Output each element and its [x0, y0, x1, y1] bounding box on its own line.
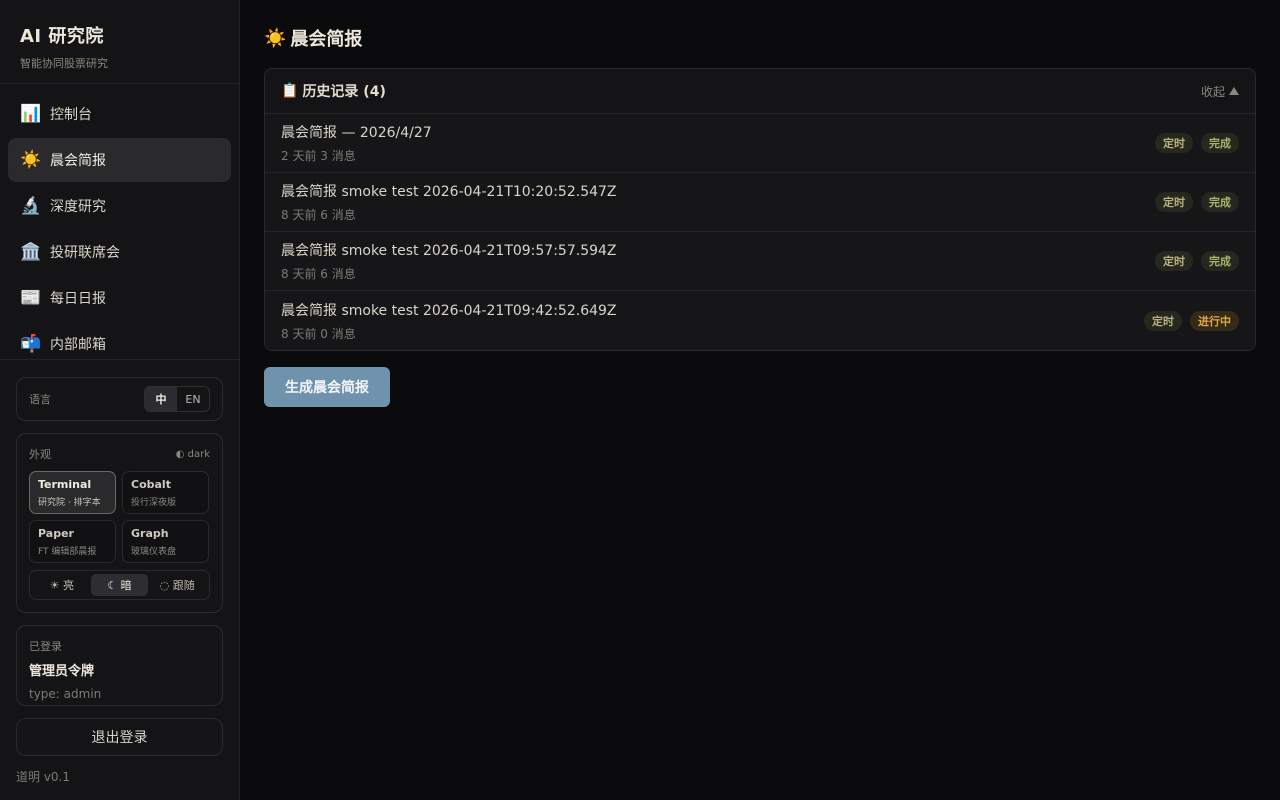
sidebar-item-morning-briefing[interactable]: ☀️ 晨会简报	[8, 138, 231, 182]
language-label: 语言	[29, 393, 51, 406]
history-row[interactable]: 晨会简报 smoke test 2026-04-21T09:42:52.649Z…	[265, 291, 1255, 350]
classical-building-icon: 🏛️	[20, 242, 42, 262]
generate-briefing-button[interactable]: 生成晨会简报	[264, 367, 390, 407]
current-mode-tag: ◐ dark	[175, 448, 210, 460]
theme-option-paper[interactable]: Paper FT 编辑部晨报	[29, 520, 116, 563]
history-row[interactable]: 晨会简报 smoke test 2026-04-21T09:57:57.594Z…	[265, 232, 1255, 291]
theme-option-terminal[interactable]: Terminal 研究院 · 排字本	[29, 471, 116, 514]
status-badge: 完成	[1201, 133, 1239, 153]
history-panel: 📋 历史记录 (4) 收起 晨会简报 — 2026/4/27 2 天前 3 消息…	[264, 68, 1256, 351]
user-name: 管理员令牌	[29, 664, 95, 679]
collapse-button[interactable]: 收起	[1201, 83, 1239, 100]
history-row-title: 晨会简报 smoke test 2026-04-21T09:57:57.594Z	[281, 243, 617, 259]
history-title: 📋 历史记录 (4)	[281, 81, 386, 101]
theme-option-cobalt[interactable]: Cobalt 投行深夜版	[122, 471, 209, 514]
theme-desc: FT 编辑部晨报	[38, 547, 97, 557]
history-row[interactable]: 晨会简报 — 2026/4/27 2 天前 3 消息 定时 完成	[265, 114, 1255, 173]
page-title-text: 晨会简报	[290, 29, 363, 50]
sidebar-item-label: 投研联席会	[50, 245, 120, 261]
main-content: ☀️ 晨会简报 📋 历史记录 (4) 收起 晨会简报 — 2026/4/27 2…	[240, 0, 1280, 800]
history-row-meta: 8 天前 6 消息	[281, 208, 356, 222]
sidebar-item-label: 控制台	[50, 107, 92, 123]
language-panel: 语言 中 EN	[16, 377, 223, 421]
history-row[interactable]: 晨会简报 smoke test 2026-04-21T10:20:52.547Z…	[265, 173, 1255, 232]
page-title: ☀️ 晨会简报	[264, 24, 1256, 52]
theme-desc: 研究院 · 排字本	[38, 498, 101, 508]
triangle-up-icon	[1229, 87, 1239, 95]
theme-grid: Terminal 研究院 · 排字本 Cobalt 投行深夜版 Paper FT…	[29, 471, 210, 563]
user-panel: 已登录 管理员令牌 type: admin	[16, 625, 223, 706]
login-status: 已登录	[29, 640, 62, 653]
status-badge: 完成	[1201, 251, 1239, 271]
mode-light-button[interactable]: ☀ 亮	[33, 574, 91, 596]
language-toggle: 中 EN	[144, 386, 210, 412]
scheduled-badge: 定时	[1144, 310, 1182, 331]
language-option-en[interactable]: EN	[177, 387, 209, 411]
theme-desc: 玻璃仪表盘	[131, 547, 177, 557]
theme-name: Graph	[131, 527, 169, 540]
sidebar-nav: 📊 控制台 ☀️ 晨会简报 🔬 深度研究 🏛️ 投研联席会 📰 每日日报 📬 内…	[0, 84, 239, 360]
sidebar-item-internal-mailbox[interactable]: 📬 内部邮箱	[8, 322, 231, 359]
theme-option-graph[interactable]: Graph 玻璃仪表盘	[122, 520, 209, 563]
history-row-meta: 8 天前 0 消息	[281, 326, 356, 341]
bar-chart-icon: 📊	[20, 104, 42, 124]
mode-dark-button[interactable]: ☾ 暗	[90, 574, 149, 596]
scheduled-badge: 定时	[1155, 251, 1193, 271]
sidebar-item-label: 深度研究	[50, 199, 106, 215]
sidebar: AI 研究院 智能协同股票研究 📊 控制台 ☀️ 晨会简报 🔬 深度研究 🏛️ …	[0, 0, 240, 800]
collapse-label: 收起	[1200, 84, 1225, 99]
mailbox-icon: 📬	[20, 334, 42, 354]
theme-name: Terminal	[38, 478, 92, 491]
history-title-text: 历史记录 (4)	[302, 84, 386, 100]
app-version: 道明 v0.1	[16, 770, 71, 784]
sidebar-item-label: 内部邮箱	[50, 337, 106, 353]
brand-subtitle: 智能协同股票研究	[20, 57, 108, 70]
sidebar-item-label: 晨会简报	[50, 153, 106, 169]
user-type: type: admin	[29, 687, 102, 701]
appearance-label: 外观	[29, 448, 51, 461]
sidebar-item-joint-committee[interactable]: 🏛️ 投研联席会	[8, 230, 231, 274]
theme-desc: 投行深夜版	[131, 498, 177, 508]
history-row-meta: 8 天前 6 消息	[281, 267, 356, 281]
appearance-panel: 外观 ◐ dark Terminal 研究院 · 排字本 Cobalt 投行深夜…	[16, 433, 223, 613]
history-row-title: 晨会简报 — 2026/4/27	[281, 125, 432, 141]
history-row-meta: 2 天前 3 消息	[281, 149, 356, 163]
status-badge: 进行中	[1190, 310, 1239, 331]
history-header: 📋 历史记录 (4) 收起	[265, 69, 1255, 114]
sidebar-item-daily-report[interactable]: 📰 每日日报	[8, 276, 231, 320]
theme-name: Cobalt	[131, 478, 171, 491]
newspaper-icon: 📰	[20, 288, 42, 308]
theme-name: Paper	[38, 527, 74, 540]
sidebar-item-deep-research[interactable]: 🔬 深度研究	[8, 184, 231, 228]
sidebar-item-dashboard[interactable]: 📊 控制台	[8, 92, 231, 136]
microscope-icon: 🔬	[20, 196, 42, 216]
status-badge: 完成	[1201, 192, 1239, 212]
clipboard-icon: 📋	[281, 83, 299, 99]
sun-icon: ☀️	[20, 150, 42, 170]
brand-title: AI 研究院	[20, 26, 104, 47]
sun-icon: ☀️	[264, 27, 287, 49]
logout-button[interactable]: 退出登录	[16, 718, 223, 756]
history-row-title: 晨会简报 smoke test 2026-04-21T10:20:52.547Z	[281, 184, 617, 200]
history-row-title: 晨会简报 smoke test 2026-04-21T09:42:52.649Z	[281, 302, 617, 319]
language-option-zh[interactable]: 中	[145, 387, 177, 411]
color-mode-toggle: ☀ 亮 ☾ 暗 ◌ 跟随	[29, 570, 210, 600]
brand: AI 研究院 智能协同股票研究	[0, 0, 239, 84]
sidebar-item-label: 每日日报	[50, 291, 106, 307]
scheduled-badge: 定时	[1155, 133, 1193, 153]
mode-system-button[interactable]: ◌ 跟随	[148, 574, 206, 596]
scheduled-badge: 定时	[1155, 192, 1193, 212]
